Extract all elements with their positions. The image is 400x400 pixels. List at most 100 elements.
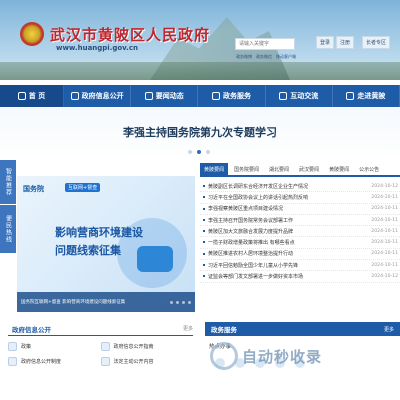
- services-title[interactable]: 政务服务: [205, 324, 237, 334]
- site-header: 武汉市黄陂区人民政府 www.huangpi.gov.cn 登录 注册 长者专区…: [0, 0, 400, 80]
- news-date: 2024-10-11: [371, 262, 398, 268]
- news-date: 2024-10-12: [371, 183, 398, 189]
- news-title[interactable]: 黄陂区推进农村人居环境整治提升行动: [208, 250, 293, 257]
- sub-link-app[interactable]: 移动客户端: [276, 54, 296, 60]
- login-link[interactable]: 登录: [316, 36, 335, 49]
- info-item-system[interactable]: 政府信息公开制度: [8, 357, 101, 366]
- main-nav: 首 页 政府信息公开 要闻动态 政务服务 互动交流 走进黄陂: [0, 85, 400, 107]
- header-sub-links: 政务微博 政务微信 移动客户端: [236, 54, 296, 60]
- gov-info-panel: 政府信息公开 更多 政策 政府信息公开指南 政府信息公开制度 法定主动公开内容: [8, 322, 193, 400]
- nav-label: 首 页: [28, 92, 46, 100]
- promo-carousel[interactable]: 国务院 互联网+督查 影响营商环境建设 问题线索征集 国务院互联网+督查 影响营…: [17, 176, 195, 312]
- headline-banner: 李强主持国务院第九次专题学习: [0, 108, 400, 160]
- nav-about[interactable]: 走进黄陂: [333, 85, 400, 107]
- news-panel: 黄陂要闻 国务院要闻 湖北要闻 武汉要闻 黄陂要闻 公示公告 黄陂副区长调研东合…: [200, 163, 400, 313]
- tab-notices[interactable]: 公示公告: [355, 163, 383, 175]
- list-item[interactable]: 李强主持召开国务院常务会议部署工作 2024-10-11: [200, 215, 400, 227]
- tab-wuhan[interactable]: 武汉要闻: [295, 163, 323, 175]
- site-title[interactable]: 武汉市黄陂区人民政府: [50, 24, 210, 45]
- nav-label: 互动交流: [290, 92, 319, 100]
- smart-recommend-button[interactable]: 智能推荐: [0, 160, 16, 204]
- pager-dot[interactable]: [182, 301, 185, 304]
- home-icon: [17, 92, 26, 100]
- promo-heading-line2: 问题线索征集: [55, 244, 121, 257]
- list-item[interactable]: 习近平回信勉励全国少年儿童从小学先锋 2024-10-11: [200, 260, 400, 272]
- news-title[interactable]: 黄陂区加大文旅融合发展力度提升品牌: [208, 228, 293, 235]
- banner-pager: [188, 150, 210, 154]
- pager-dot[interactable]: [188, 150, 192, 154]
- list-item[interactable]: 一揽子财政增量政策将推出 有哪些看点 2024-10-11: [200, 237, 400, 249]
- user-links: 登录 注册: [316, 36, 355, 49]
- gov-info-title[interactable]: 政府信息公开: [8, 324, 51, 334]
- list-item[interactable]: 黄陂区加大文旅融合发展力度提升品牌 2024-10-11: [200, 226, 400, 238]
- policy-icon: [8, 342, 17, 351]
- pager-dot[interactable]: [188, 301, 191, 304]
- news-date: 2024-10-11: [371, 194, 398, 200]
- news-title[interactable]: 李强主持召开国务院常务会议部署工作: [208, 217, 293, 224]
- info-item-content[interactable]: 法定主动公开内容: [100, 357, 194, 366]
- nav-gov-info[interactable]: 政府信息公开: [64, 85, 132, 107]
- news-tabs: 黄陂要闻 国务院要闻 湖北要闻 武汉要闻 黄陂要闻 公示公告: [200, 163, 400, 177]
- content-icon: [100, 357, 110, 366]
- pager-dot[interactable]: [176, 301, 179, 304]
- pager-dot-active[interactable]: [197, 150, 201, 154]
- tab-state-council[interactable]: 国务院要闻: [230, 163, 263, 175]
- promo-tag: 互联网+督查: [65, 183, 101, 192]
- news-date: 2024-10-12: [371, 274, 398, 280]
- pager-dot[interactable]: [206, 150, 210, 154]
- more-link[interactable]: 更多: [183, 325, 193, 332]
- news-title[interactable]: 李强视察黄陂区重点项目建设情况: [208, 205, 283, 212]
- search-box[interactable]: [235, 38, 295, 50]
- news-title[interactable]: 习近平在全国政协会议上的讲话引起热烈反响: [208, 194, 308, 201]
- tab-huangpi[interactable]: 黄陂要闻: [325, 163, 353, 175]
- headline-title[interactable]: 李强主持国务院第九次专题学习: [0, 124, 400, 140]
- promo-heading: 影响营商环境建设 问题线索征集: [55, 224, 143, 260]
- tab-hubei[interactable]: 湖北要闻: [265, 163, 293, 175]
- document-icon: [70, 92, 79, 100]
- news-title[interactable]: 一揽子财政增量政策将推出 有哪些看点: [208, 239, 295, 246]
- watermark-logo-icon: [210, 342, 238, 370]
- search-input[interactable]: [236, 39, 294, 49]
- nav-label: 走进黄陂: [357, 92, 386, 100]
- elder-zone-button[interactable]: 长者专区: [362, 36, 391, 49]
- tab-huangpi-news[interactable]: 黄陂要闻: [200, 163, 229, 175]
- register-link[interactable]: 注册: [336, 36, 355, 49]
- nav-label: 政府信息公开: [81, 92, 124, 100]
- news-date: 2024-10-11: [371, 240, 398, 246]
- pager-dot[interactable]: [170, 301, 173, 304]
- header-trees-bg: [0, 62, 400, 80]
- nav-services[interactable]: 政务服务: [198, 85, 266, 107]
- nav-news[interactable]: 要闻动态: [131, 85, 199, 107]
- more-link[interactable]: 更多: [384, 326, 400, 333]
- chat-icon: [279, 92, 288, 100]
- info-item-label: 法定主动公开内容: [113, 359, 154, 365]
- promo-caption[interactable]: 国务院互联网+督查 影响营商环境建设问题线索征集: [17, 292, 195, 312]
- list-item[interactable]: 李强视察黄陂区重点项目建设情况 2024-10-11: [200, 204, 400, 215]
- gov-info-grid: 政策 政府信息公开指南 政府信息公开制度 法定主动公开内容: [8, 336, 193, 366]
- list-item[interactable]: 黄陂副区长调研东合经济开发区企业生产情况 2024-10-12: [200, 181, 400, 193]
- list-item[interactable]: 黄陂区推进农村人居环境整治提升行动 2024-10-11: [200, 249, 400, 261]
- watermark-text: 自动秒收录: [242, 347, 323, 366]
- site-url: www.huangpi.gov.cn: [56, 44, 138, 52]
- nav-interaction[interactable]: 互动交流: [266, 85, 333, 107]
- info-item-label: 政府信息公开指南: [113, 344, 154, 350]
- news-title[interactable]: 习近平回信勉励全国少年儿童从小学先锋: [208, 262, 298, 269]
- building-icon: [346, 92, 355, 100]
- sub-link-weibo[interactable]: 政务微博: [236, 54, 252, 60]
- services-header: 政务服务 更多: [205, 322, 400, 336]
- nav-home[interactable]: 首 页: [0, 85, 64, 107]
- news-title[interactable]: 证监会等部门发文部署进一步做好资本市场: [208, 273, 303, 280]
- info-item-guide[interactable]: 政府信息公开指南: [100, 342, 194, 351]
- info-item-policy[interactable]: 政策: [8, 342, 101, 351]
- news-date: 2024-10-11: [371, 217, 398, 223]
- news-title[interactable]: 黄陂副区长调研东合经济开发区企业生产情况: [208, 183, 308, 190]
- list-item[interactable]: 证监会等部门发文部署进一步做好资本市场 2024-10-12: [200, 271, 400, 283]
- sub-link-wechat[interactable]: 政务微信: [256, 54, 272, 60]
- national-emblem-icon: [20, 22, 44, 46]
- news-date: 2024-10-11: [371, 206, 398, 212]
- list-item[interactable]: 习近平在全国政协会议上的讲话引起热烈反响 2024-10-11: [200, 192, 400, 204]
- promo-label: 国务院: [23, 185, 44, 193]
- hotline-button[interactable]: 便民热线: [0, 205, 16, 253]
- nav-label: 要闻动态: [155, 92, 184, 100]
- news-date: 2024-10-11: [371, 251, 398, 257]
